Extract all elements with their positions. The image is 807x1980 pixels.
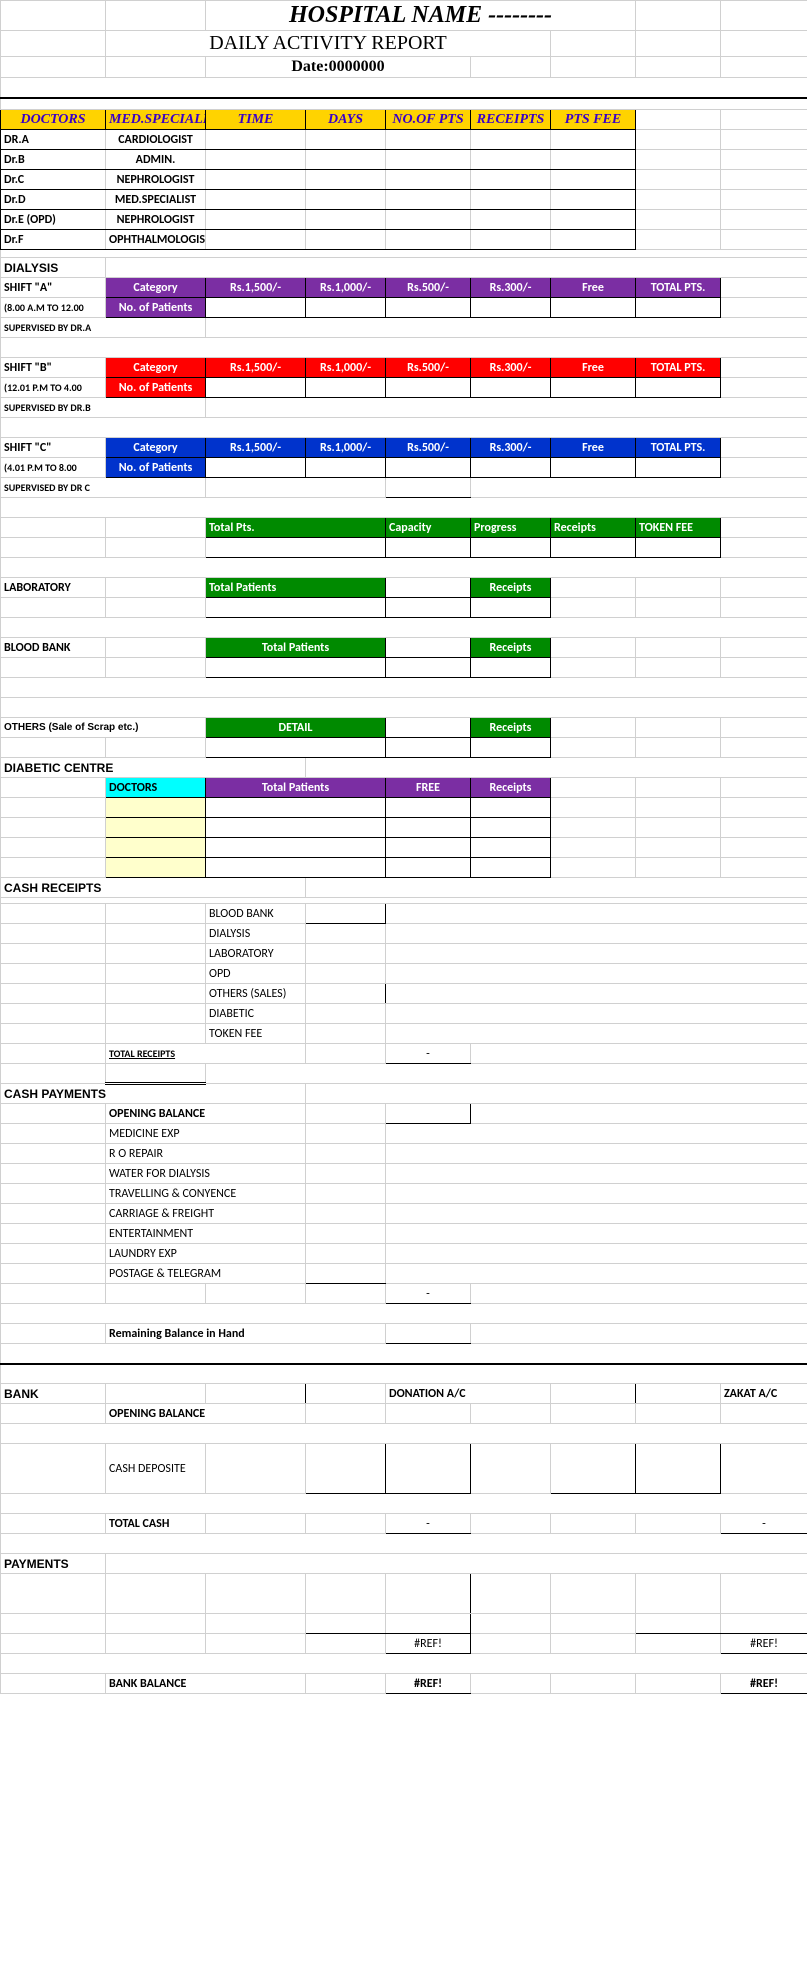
cash-receipt-item: DIALYSIS xyxy=(206,924,306,944)
payment-item: R O REPAIR xyxy=(106,1144,306,1164)
ref-error: #REF! xyxy=(721,1674,807,1694)
others-heading: OTHERS (Sale of Scrap etc.) xyxy=(1,718,206,738)
col-no-of-pts: NO.OF PTS xyxy=(386,110,471,130)
col-pts-fee: PTS FEE xyxy=(551,110,636,130)
doctor-row: Dr.DMED.SPECIALIST xyxy=(1,190,807,210)
payment-item: CARRIAGE & FREIGHT xyxy=(106,1204,306,1224)
diabetic-doctor-cell[interactable] xyxy=(106,818,206,838)
col-receipts: RECEIPTS xyxy=(471,110,551,130)
opening-balance-label: OPENING BALANCE xyxy=(106,1104,306,1124)
cash-receipts-heading: CASH RECEIPTS xyxy=(1,878,306,898)
doctor-row: DR.ACARDIOLOGIST xyxy=(1,130,807,150)
cash-receipt-item: TOKEN FEE xyxy=(206,1024,306,1044)
summary-total-pts: Total Pts. xyxy=(206,518,386,538)
ref-error: #REF! xyxy=(386,1674,471,1694)
sheet: HOSPITAL NAME -------- DAILY ACTIVITY RE… xyxy=(0,0,807,1694)
cash-receipt-item: BLOOD BANK xyxy=(206,904,306,924)
total-cash-label: TOTAL CASH xyxy=(106,1514,206,1534)
doctors-header-row: DOCTORS MED.SPECIALIST TIME DAYS NO.OF P… xyxy=(1,110,807,130)
laboratory-heading: LABORATORY xyxy=(1,578,106,598)
cash-deposit-label: CASH DEPOSITE xyxy=(106,1444,206,1494)
zakat-ac-heading: ZAKAT A/C xyxy=(721,1384,807,1404)
col-doctors: DOCTORS xyxy=(1,110,106,130)
doctor-row: Dr.FOPHTHALMOLOGIST xyxy=(1,230,807,250)
shift-c-sup: SUPERVISED BY DR C xyxy=(1,478,206,498)
payments-heading: PAYMENTS xyxy=(1,1554,106,1574)
payment-item: WATER FOR DIALYSIS xyxy=(106,1164,306,1184)
report-date: Date:0000000 xyxy=(206,57,471,78)
cash-receipt-item: DIABETIC xyxy=(206,1004,306,1024)
diabetic-doctor-cell[interactable] xyxy=(106,798,206,818)
bank-balance-label: BANK BALANCE xyxy=(106,1674,306,1694)
doctor-row: Dr.BADMIN. xyxy=(1,150,807,170)
doctor-row: Dr.E (OPD)NEPHROLOGIST xyxy=(1,210,807,230)
shift-a-sup: SUPERVISED BY DR.A xyxy=(1,318,206,338)
shift-b-name: SHIFT "B" xyxy=(1,358,106,378)
hospital-name: HOSPITAL NAME -------- xyxy=(206,1,636,31)
shift-b-time: (12.01 P.M TO 4.00 xyxy=(1,378,106,398)
summary-progress: Progress xyxy=(471,518,551,538)
total-receipts-label: TOTAL RECEIPTS xyxy=(106,1044,306,1064)
summary-receipts: Receipts xyxy=(551,518,636,538)
doctor-row: Dr.CNEPHROLOGIST xyxy=(1,170,807,190)
shift-c-time: (4.01 P.M TO 8.00 xyxy=(1,458,106,478)
cash-receipt-item: OTHERS (SALES) xyxy=(206,984,306,1004)
diabetic-doctor-cell[interactable] xyxy=(106,838,206,858)
col-med-specialist: MED.SPECIALIST xyxy=(106,110,206,130)
bank-opening-balance: OPENING BALANCE xyxy=(106,1404,306,1424)
shift-c-name: SHIFT "C" xyxy=(1,438,106,458)
cash-payments-heading: CASH PAYMENTS xyxy=(1,1084,306,1104)
summary-capacity: Capacity xyxy=(386,518,471,538)
shift-a-time: (8.00 A.M TO 12.00 xyxy=(1,298,106,318)
payment-item: ENTERTAINMENT xyxy=(106,1224,306,1244)
bloodbank-heading: BLOOD BANK xyxy=(1,638,106,658)
report-title: DAILY ACTIVITY REPORT xyxy=(106,31,551,57)
payment-item: TRAVELLING & CONYENCE xyxy=(106,1184,306,1204)
shift-a-name: SHIFT "A" xyxy=(1,278,106,298)
cash-receipt-item: LABORATORY xyxy=(206,944,306,964)
dialysis-heading: DIALYSIS xyxy=(1,258,106,278)
ref-error: #REF! xyxy=(386,1634,471,1654)
bank-heading: BANK xyxy=(1,1384,106,1404)
payment-item: POSTAGE & TELEGRAM xyxy=(106,1264,306,1284)
summary-token-fee: TOKEN FEE xyxy=(636,518,721,538)
diabetic-doctors-col: DOCTORS xyxy=(106,778,206,798)
payment-item: MEDICINE EXP xyxy=(106,1124,306,1144)
shift-b-sup: SUPERVISED BY DR.B xyxy=(1,398,206,418)
ref-error: #REF! xyxy=(721,1634,807,1654)
diabetic-heading: DIABETIC CENTRE xyxy=(1,758,306,778)
diabetic-doctor-cell[interactable] xyxy=(106,858,206,878)
donation-ac-heading: DONATION A/C xyxy=(386,1384,551,1404)
col-time: TIME xyxy=(206,110,306,130)
remaining-balance-label: Remaining Balance in Hand xyxy=(106,1324,386,1344)
cash-receipt-item: OPD xyxy=(206,964,306,984)
payment-item: LAUNDRY EXP xyxy=(106,1244,306,1264)
col-days: DAYS xyxy=(306,110,386,130)
